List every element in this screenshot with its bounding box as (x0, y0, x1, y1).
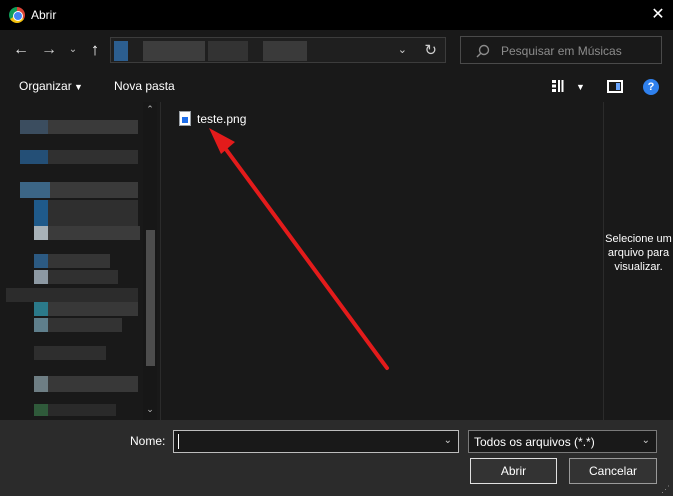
blurred-tree-item (34, 404, 48, 416)
file-item[interactable]: teste.png (179, 110, 246, 128)
search-icon (476, 44, 490, 58)
blurred-tree-item (20, 182, 50, 198)
address-blurred-segment (208, 41, 248, 61)
scroll-down-icon[interactable]: ⌄ (143, 404, 157, 415)
blurred-tree-item (34, 226, 48, 240)
view-options-icon[interactable] (551, 79, 565, 93)
blurred-tree-item (20, 150, 48, 164)
file-type-select[interactable]: Todos os arquivos (*.*) ⌄ (468, 430, 657, 453)
title-bar: Abrir ✕ (0, 0, 673, 30)
navigation-bar: ← → ⌄ ↑ ⌄ ↻ Pesquisar em Músicas (0, 30, 673, 70)
blurred-tree-item[interactable] (34, 346, 106, 360)
preview-pane: Selecione um arquivo para visualizar. (604, 102, 673, 420)
blurred-tree-item (34, 200, 48, 228)
up-folder-button[interactable]: ↑ (86, 40, 104, 60)
blurred-tree-item (34, 318, 48, 332)
resize-grip-icon[interactable]: ⋰ (661, 484, 671, 494)
toolbar: Organizar ▼ Nova pasta ▼ ? (0, 70, 673, 102)
image-file-icon (179, 111, 191, 126)
chrome-icon (9, 7, 25, 23)
search-input[interactable]: Pesquisar em Músicas (460, 36, 662, 64)
back-button[interactable]: ← (10, 40, 32, 60)
file-name-dropdown-icon[interactable]: ⌄ (444, 435, 452, 446)
blurred-tree-item[interactable] (34, 302, 138, 316)
blurred-tree-item[interactable] (6, 288, 138, 302)
blurred-tree-item (34, 270, 48, 284)
help-icon[interactable]: ? (643, 79, 659, 95)
address-blurred-segment (143, 41, 205, 61)
close-button[interactable]: ✕ (643, 0, 673, 30)
forward-button[interactable]: → (38, 40, 60, 60)
dialog-footer: Nome: ⌄ Todos os arquivos (*.*) ⌄ Abrir … (0, 420, 673, 496)
address-bar[interactable]: ⌄ ↻ (110, 37, 446, 63)
address-blurred-segment (263, 41, 307, 61)
name-label: Nome: (130, 434, 166, 448)
navigation-pane[interactable]: ⌃ ⌄ (0, 102, 160, 420)
address-dropdown-icon[interactable]: ⌄ (398, 43, 407, 56)
scroll-thumb[interactable] (146, 230, 155, 366)
preview-message: Selecione um arquivo para visualizar. (605, 233, 672, 273)
blurred-tree-item (20, 120, 48, 134)
blurred-tree-item[interactable] (34, 376, 138, 392)
organize-button[interactable]: Organizar (19, 79, 72, 93)
blurred-tree-item[interactable] (34, 226, 140, 240)
organize-caret-icon[interactable]: ▼ (74, 82, 83, 92)
file-list[interactable]: teste.png (161, 102, 603, 420)
open-button[interactable]: Abrir (470, 458, 557, 484)
new-folder-button[interactable]: Nova pasta (114, 79, 175, 93)
address-blurred-segment (114, 41, 128, 61)
blurred-tree-item (34, 302, 48, 316)
refresh-icon[interactable]: ↻ (424, 41, 437, 59)
window-title: Abrir (31, 8, 57, 22)
view-options-caret-icon[interactable]: ▼ (576, 82, 585, 92)
scroll-up-icon[interactable]: ⌃ (143, 104, 157, 115)
file-type-value: Todos os arquivos (*.*) (474, 435, 595, 449)
file-name: teste.png (197, 112, 247, 126)
navigation-scrollbar[interactable]: ⌃ ⌄ (143, 102, 157, 420)
blurred-tree-item[interactable] (34, 200, 138, 228)
text-caret (178, 434, 179, 449)
file-name-input[interactable]: ⌄ (173, 430, 459, 453)
file-type-dropdown-icon[interactable]: ⌄ (642, 435, 650, 446)
cancel-button[interactable]: Cancelar (569, 458, 657, 484)
search-placeholder: Pesquisar em Músicas (501, 44, 622, 58)
blurred-tree-item (34, 376, 48, 392)
blurred-tree-item (34, 254, 48, 268)
recent-locations-button[interactable]: ⌄ (66, 40, 80, 60)
preview-pane-toggle-icon[interactable] (607, 80, 623, 93)
